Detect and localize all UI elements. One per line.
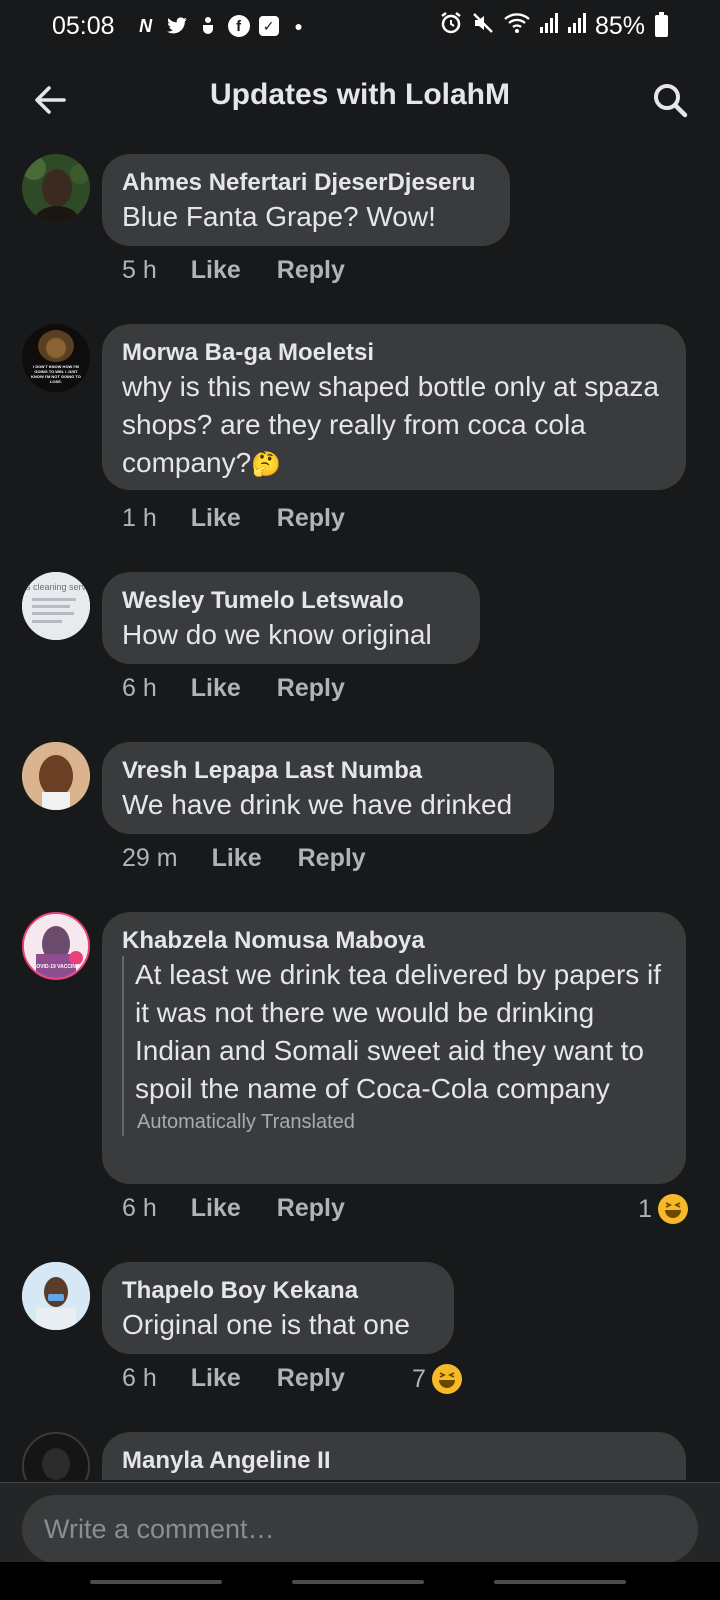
comment-text: Blue Fanta Grape? Wow! [122,201,436,232]
avatar[interactable] [22,1262,90,1330]
comment-text: At least we drink tea delivered by paper… [122,956,666,1108]
comment-bubble[interactable]: Manyla Angeline II [102,1432,686,1480]
avatar[interactable] [22,742,90,810]
comment-actions: 6 h Like Reply [122,1364,345,1393]
comment-composer-bar: Write a comment… [0,1482,720,1563]
nav-recents-button[interactable] [90,1580,222,1584]
avatar[interactable]: COVID-19 VACCINE [22,912,90,980]
wifi-icon [503,12,531,41]
more-notifications-dot-icon: ● [294,18,303,34]
news-notification-icon: N [139,15,153,36]
comment-author[interactable]: Khabzela Nomusa Maboya [122,926,666,956]
comment-author[interactable]: Morwa Ba-ga Moeletsi [122,338,666,368]
hand-notification-icon [197,15,219,37]
like-button[interactable]: Like [191,1364,241,1393]
comment-time[interactable]: 6 h [122,674,157,703]
comment-time[interactable]: 5 h [122,256,157,285]
reactions-summary[interactable]: 7 [412,1364,462,1394]
comment-author[interactable]: Manyla Angeline II [122,1446,666,1476]
like-button[interactable]: Like [191,256,241,285]
haha-reaction-icon [431,1364,462,1394]
avatar[interactable] [22,1432,90,1480]
avatar-caption: COVID-19 VACCINE [32,964,80,970]
system-navigation-bar [0,1562,720,1600]
comment-bubble[interactable]: Wesley Tumelo Letswalo How do we know or… [102,572,480,664]
comment-input-placeholder: Write a comment… [44,1513,275,1544]
reactions-summary[interactable]: 1 [638,1194,688,1224]
like-button[interactable]: Like [191,504,241,533]
comment-bubble[interactable]: Thapelo Boy Kekana Original one is that … [102,1262,454,1354]
status-bar: 05:08 N f ✓ ● 85% [0,0,720,52]
avatar[interactable] [22,154,90,222]
comment-input[interactable]: Write a comment… [22,1495,698,1563]
thinking-face-emoji-icon: 🤔 [251,451,282,478]
top-bar: Updates with LolahM [0,52,720,148]
checkbox-notification-icon: ✓ [258,16,279,36]
comment-time[interactable]: 6 h [122,1364,157,1393]
reply-button[interactable]: Reply [277,504,345,533]
reaction-count: 7 [412,1364,426,1393]
comment-actions: 5 h Like Reply [122,256,345,285]
reply-button[interactable]: Reply [277,256,345,285]
avatar-caption: I DON'T KNOW HOW I'M GOING TO WIN. I JUS… [31,364,81,384]
facebook-notification-icon: f [227,15,250,37]
comment-actions: 1 h Like Reply [122,504,345,533]
battery-icon [655,12,668,37]
haha-reaction-icon [658,1194,688,1224]
mute-icon [471,11,495,42]
comment-text: Original one is that one [122,1309,410,1340]
comment-bubble[interactable]: Vresh Lepapa Last Numba We have drink we… [102,742,554,834]
signal-1-icon [539,12,559,41]
like-button[interactable]: Like [191,674,241,703]
comment-bubble[interactable]: Khabzela Nomusa Maboya At least we drink… [102,912,686,1184]
avatar[interactable]: I DON'T KNOW HOW I'M GOING TO WIN. I JUS… [22,324,90,392]
comment-bubble[interactable]: Ahmes Nefertari DjeserDjeseru Blue Fanta… [102,154,510,246]
comment-text: why is this new shaped bottle only at sp… [122,368,666,484]
battery-percent: 85% [594,11,645,40]
like-button[interactable]: Like [191,1194,241,1223]
comment-text: How do we know original [122,619,432,650]
comment-author[interactable]: Wesley Tumelo Letswalo [122,586,460,616]
reply-button[interactable]: Reply [277,1364,345,1393]
avatar[interactable]: s cleaning servic [22,572,90,640]
comment-bubble[interactable]: Morwa Ba-ga Moeletsi why is this new sha… [102,324,686,490]
signal-2-icon [567,12,587,41]
twitter-notification-icon [166,15,188,37]
comment-time[interactable]: 1 h [122,504,157,533]
comment-actions: 6 h Like Reply [122,1194,345,1223]
comment-text: We have drink we have drinked [122,789,513,820]
comment-author[interactable]: Vresh Lepapa Last Numba [122,756,534,786]
nav-home-button[interactable] [292,1580,424,1584]
nav-back-button[interactable] [494,1580,626,1584]
reply-button[interactable]: Reply [298,844,366,873]
comment-author[interactable]: Ahmes Nefertari DjeserDjeseru [122,168,490,198]
search-icon [654,84,688,118]
like-button[interactable]: Like [212,844,262,873]
comment-actions: 29 m Like Reply [122,844,366,873]
comment-text-content: why is this new shaped bottle only at sp… [122,371,659,478]
comment-author[interactable]: Thapelo Boy Kekana [122,1276,434,1306]
reaction-count: 1 [638,1194,652,1223]
comment-time[interactable]: 29 m [122,844,178,873]
comment-time[interactable]: 6 h [122,1194,157,1223]
comment-actions: 6 h Like Reply [122,674,345,703]
avatar-caption: s cleaning servic [26,582,90,592]
reply-button[interactable]: Reply [277,674,345,703]
reply-button[interactable]: Reply [277,1194,345,1223]
comments-list[interactable]: Ahmes Nefertari DjeserDjeseru Blue Fanta… [0,148,720,1480]
alarm-icon [439,11,463,42]
search-button[interactable] [646,76,694,124]
page-title: Updates with LolahM [210,78,510,111]
status-time: 05:08 [52,11,115,40]
auto-translated-label[interactable]: Automatically Translated [122,1108,666,1136]
